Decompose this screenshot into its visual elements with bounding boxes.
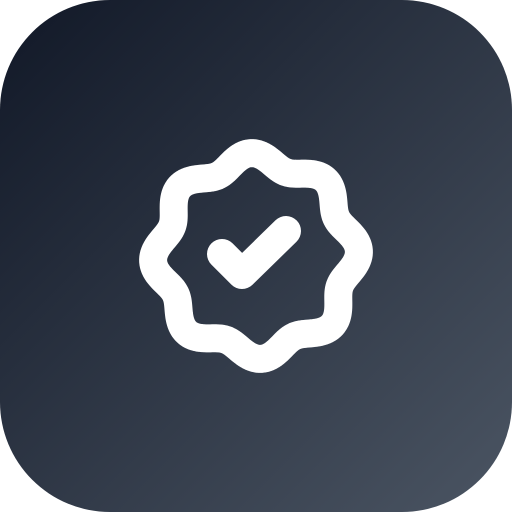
app-icon[interactable]	[0, 0, 512, 512]
app-icon-artwork	[0, 0, 512, 512]
